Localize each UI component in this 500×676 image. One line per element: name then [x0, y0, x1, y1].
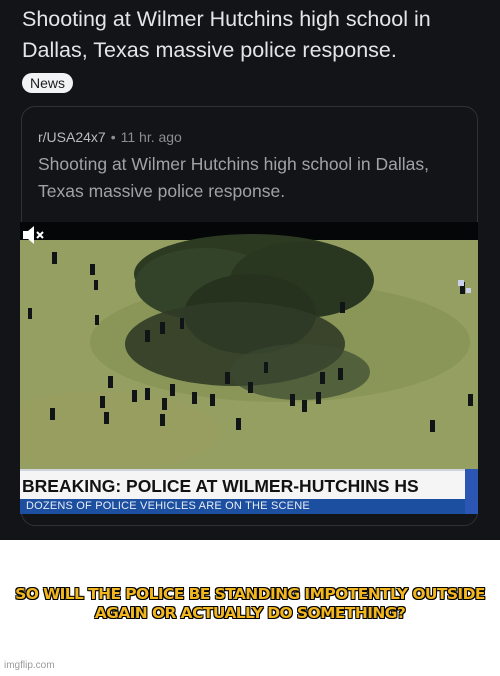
channel-logo-strip	[465, 469, 478, 514]
video-player[interactable]: BREAKING: POLICE AT WILMER-HUTCHINS HS D…	[20, 222, 478, 514]
crosspost-title[interactable]: Shooting at Wilmer Hutchins high school …	[38, 151, 468, 205]
meme-caption: SO WILL THE POLICE BE STANDING IMPOTENTL…	[0, 585, 500, 623]
reddit-post-screenshot: Shooting at Wilmer Hutchins high school …	[0, 0, 500, 540]
meta-separator: •	[110, 129, 116, 145]
post-title[interactable]: Shooting at Wilmer Hutchins high school …	[22, 4, 492, 66]
post-age: 11 hr. ago	[120, 129, 182, 145]
meme-caption-line-2: AGAIN OR ACTUALLY DO SOMETHING?	[94, 604, 406, 622]
speaker-muted-icon[interactable]	[20, 222, 46, 248]
breaking-news-headline: BREAKING: POLICE AT WILMER-HUTCHINS HS	[20, 469, 478, 499]
news-subline: DOZENS OF POLICE VEHICLES ARE ON THE SCE…	[20, 499, 478, 514]
imgflip-watermark: imgflip.com	[4, 660, 55, 671]
post-flair[interactable]: News	[22, 73, 74, 93]
subreddit-link[interactable]: r/USA24x7	[38, 129, 106, 145]
crosspost-meta: r/USA24x7 • 11 hr. ago	[38, 129, 182, 145]
meme-caption-line-1: SO WILL THE POLICE BE STANDING IMPOTENTL…	[15, 585, 485, 603]
